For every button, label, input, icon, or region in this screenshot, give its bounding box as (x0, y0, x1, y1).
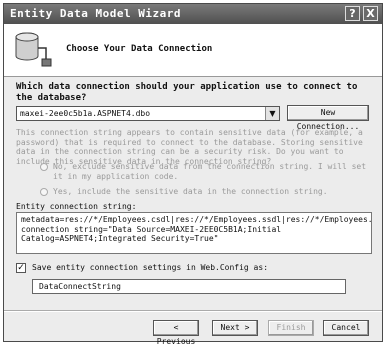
finish-button[interactable]: Finish (268, 320, 314, 336)
database-connection-icon (15, 32, 52, 67)
connection-name-input[interactable]: DataConnectString (32, 279, 346, 294)
sensitive-data-notice: This connection string appears to contai… (16, 128, 363, 166)
button-divider (4, 310, 382, 312)
previous-button[interactable]: < Previous (153, 320, 199, 346)
exclude-sensitive-option: No, exclude sensitive data from the conn… (40, 162, 380, 184)
chevron-down-icon[interactable]: ▼ (265, 107, 279, 120)
exclude-sensitive-label: No, exclude sensitive data from the conn… (53, 162, 367, 181)
help-button[interactable]: ? (345, 6, 360, 21)
connection-question: Which data connection should your applic… (16, 82, 358, 103)
page-title: Choose Your Data Connection (66, 44, 213, 54)
include-sensitive-label: Yes, include the sensitive data in the c… (53, 187, 328, 196)
wizard-window: Entity Data Model Wizard ? X Choose Your… (3, 3, 383, 346)
wizard-header: Choose Your Data Connection (4, 24, 382, 77)
new-connection-button[interactable]: New Connection... (287, 105, 369, 131)
entity-connection-label: Entity connection string: (16, 202, 137, 211)
next-button[interactable]: Next > (212, 320, 258, 336)
cancel-button[interactable]: Cancel (323, 320, 369, 336)
include-sensitive-radio (40, 188, 48, 196)
save-settings-label: Save entity connection settings in Web.C… (32, 263, 269, 272)
title-bar[interactable]: Entity Data Model Wizard ? X (4, 4, 382, 24)
connection-dropdown[interactable]: maxei-2ee0c5b1a.ASPNET4.dbo ▼ (16, 106, 280, 121)
exclude-sensitive-radio (40, 163, 48, 171)
connection-value: maxei-2ee0c5b1a.ASPNET4.dbo (20, 109, 151, 118)
entity-connection-string-box[interactable]: metadata=res://*/Employees.csdl|res://*/… (16, 212, 372, 254)
window-title: Entity Data Model Wizard (10, 7, 181, 20)
save-settings-checkbox[interactable]: ✓ (16, 263, 26, 273)
close-button[interactable]: X (363, 6, 378, 21)
include-sensitive-option: Yes, include the sensitive data in the c… (40, 187, 380, 199)
